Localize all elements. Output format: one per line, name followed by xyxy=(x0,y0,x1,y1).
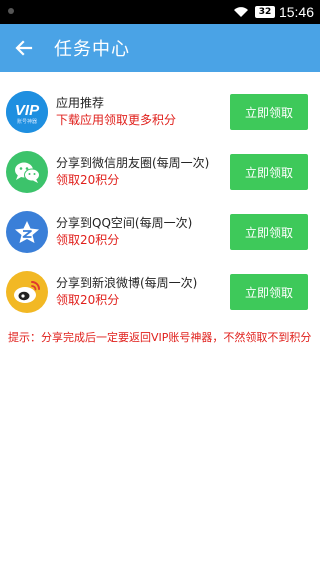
task-title: 应用推荐 xyxy=(56,96,105,110)
task-title: 分享到QQ空间(每周一次) xyxy=(56,216,193,230)
task-row-qzone: 分享到QQ空间(每周一次) 领取20积分 立即领取 xyxy=(0,202,320,262)
task-reward: 下载应用领取更多积分 xyxy=(56,113,177,127)
task-row-wechat: 分享到微信朋友圈(每周一次) 领取20积分 立即领取 xyxy=(0,142,320,202)
qzone-star-icon xyxy=(15,221,39,243)
qzone-icon xyxy=(6,211,48,253)
claim-button[interactable]: 立即领取 xyxy=(230,154,308,190)
task-reward: 领取20积分 xyxy=(56,293,120,307)
vip-logo-subtext: 账号神器 xyxy=(17,118,37,125)
arrow-back-icon xyxy=(15,40,33,56)
task-title: 分享到微信朋友圈(每周一次) xyxy=(56,156,210,170)
task-list: VIP 账号神器 应用推荐 下载应用领取更多积分 立即领取 分享到微信朋友圈(每 xyxy=(0,72,320,322)
claim-button[interactable]: 立即领取 xyxy=(230,214,308,250)
status-bar: 32 15:46 xyxy=(0,0,320,24)
claim-button[interactable]: 立即领取 xyxy=(230,94,308,130)
app-bar: 任务中心 xyxy=(0,24,320,72)
clock: 15:46 xyxy=(278,4,314,20)
wechat-icon xyxy=(6,151,48,193)
task-row-app-recommend: VIP 账号神器 应用推荐 下载应用领取更多积分 立即领取 xyxy=(0,82,320,142)
back-button[interactable] xyxy=(0,24,48,72)
vip-logo-text: VIP xyxy=(15,102,40,119)
task-row-weibo: 分享到新浪微博(每周一次) 领取20积分 立即领取 xyxy=(0,262,320,322)
vip-app-icon: VIP 账号神器 xyxy=(6,91,48,133)
claim-button[interactable]: 立即领取 xyxy=(230,274,308,310)
task-reward: 领取20积分 xyxy=(56,173,120,187)
page-title: 任务中心 xyxy=(54,39,130,60)
battery-icon: 32 xyxy=(254,6,275,18)
tip-text: 提示：分享完成后一定要返回VIP账号神器，不然领取不到积分 xyxy=(8,331,312,344)
task-title: 分享到新浪微博(每周一次) xyxy=(56,276,198,290)
weibo-eye-icon xyxy=(14,281,40,303)
task-reward: 领取20积分 xyxy=(56,233,120,247)
weibo-icon xyxy=(6,271,48,313)
wechat-bubbles-icon xyxy=(15,162,40,183)
notification-dot-icon xyxy=(8,8,14,14)
wifi-icon xyxy=(233,7,248,17)
vip-logo-icon: VIP 账号神器 xyxy=(6,91,48,133)
